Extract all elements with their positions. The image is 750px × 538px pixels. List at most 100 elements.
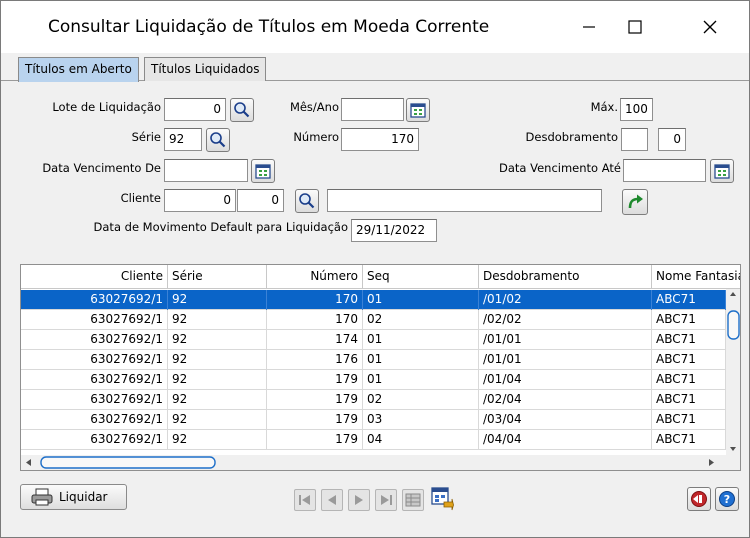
data-vencimento-ate-calendar-button[interactable]	[710, 159, 734, 183]
lote-field[interactable]: 0	[164, 98, 226, 121]
next-record-icon	[355, 495, 363, 505]
desdobramento-label: Desdobramento	[525, 130, 618, 144]
scroll-left-icon	[26, 459, 31, 466]
help-button[interactable]: ?	[715, 487, 739, 511]
cell-numero: 170	[267, 290, 363, 310]
horizontal-scrollbar[interactable]	[21, 455, 740, 470]
vertical-scroll-thumb	[727, 310, 740, 340]
export-icon	[431, 487, 454, 511]
cell-serie: 92	[168, 290, 267, 310]
first-record-button[interactable]	[294, 489, 316, 511]
cell-desdobramento: /01/01	[479, 350, 652, 370]
last-record-icon	[381, 495, 392, 505]
numero-label: Número	[293, 130, 339, 144]
maximize-button[interactable]	[612, 1, 658, 53]
cell-nome-fantasia: ABC71	[652, 330, 726, 350]
table-row[interactable]: 63027692/1 92 179 03/03/04 ABC71	[21, 410, 726, 430]
close-button[interactable]	[687, 1, 733, 53]
titles-grid: Cliente Série Número Seq Desdobramento N…	[20, 264, 741, 471]
maximize-icon	[628, 20, 642, 34]
cell-seq: 01	[363, 290, 479, 310]
previous-record-button[interactable]	[321, 489, 343, 511]
magnifier-icon	[210, 132, 226, 148]
column-header-seq[interactable]: Seq	[363, 265, 479, 289]
cell-seq: 04	[363, 430, 479, 450]
exit-icon	[691, 491, 707, 507]
table-row[interactable]: 63027692/1 92 174 01/01/01 ABC71	[21, 330, 726, 350]
green-arrow-icon	[628, 194, 643, 209]
column-header-nome-fantasia[interactable]: Nome Fantasia	[652, 265, 740, 289]
desdobramento-field-2[interactable]: 0	[658, 128, 686, 151]
cell-numero: 170	[267, 310, 363, 330]
close-icon	[703, 20, 717, 34]
numero-field[interactable]: 170	[341, 128, 419, 151]
cliente-label: Cliente	[120, 191, 161, 205]
cell-cliente: 63027692/1	[21, 290, 168, 310]
cliente-search-button[interactable]	[295, 189, 319, 213]
cliente-code-field[interactable]: 0	[164, 189, 236, 212]
cell-seq: 01	[363, 330, 479, 350]
column-header-serie[interactable]: Série	[168, 265, 267, 289]
refresh-button[interactable]	[622, 189, 648, 215]
cell-nome-fantasia: ABC71	[652, 410, 726, 430]
cliente-branch-field[interactable]: 0	[237, 189, 284, 212]
cell-nome-fantasia: ABC71	[652, 390, 726, 410]
exit-button[interactable]	[687, 487, 711, 511]
minimize-button[interactable]	[566, 1, 612, 53]
magnifier-icon	[234, 102, 250, 118]
minimize-icon	[583, 26, 595, 28]
tab-strip: Títulos em Aberto Títulos Liquidados	[1, 53, 749, 82]
cliente-name-field[interactable]	[327, 189, 602, 212]
data-vencimento-de-label: Data Vencimento De	[42, 161, 161, 175]
table-row[interactable]: 63027692/1 92 179 01/01/04 ABC71	[21, 370, 726, 390]
cell-numero: 174	[267, 330, 363, 350]
cell-serie: 92	[168, 430, 267, 450]
horizontal-scroll-thumb	[40, 456, 216, 469]
mes-ano-field[interactable]	[341, 98, 404, 121]
serie-search-button[interactable]	[206, 128, 230, 152]
cell-cliente: 63027692/1	[21, 370, 168, 390]
data-vencimento-de-calendar-button[interactable]	[251, 159, 275, 183]
liquidar-button[interactable]: Liquidar	[20, 484, 127, 510]
data-vencimento-ate-field[interactable]	[623, 159, 706, 182]
mes-ano-label: Mês/Ano	[289, 100, 339, 114]
cell-seq: 01	[363, 350, 479, 370]
cell-seq: 02	[363, 390, 479, 410]
scroll-down-icon	[730, 447, 736, 451]
desdobramento-field-1[interactable]	[621, 128, 648, 151]
last-record-button[interactable]	[375, 489, 397, 511]
vertical-scrollbar[interactable]	[726, 289, 740, 455]
data-vencimento-de-field[interactable]	[164, 159, 248, 182]
mes-ano-calendar-button[interactable]	[406, 98, 430, 122]
table-row[interactable]: 63027692/1 92 179 04/04/04 ABC71	[21, 430, 726, 450]
data-vencimento-ate-label: Data Vencimento Até	[499, 161, 621, 175]
cell-serie: 92	[168, 410, 267, 430]
horizontal-scrollbar-track	[26, 456, 714, 469]
cell-numero: 179	[267, 430, 363, 450]
liquidar-label: Liquidar	[59, 490, 108, 504]
scroll-up-icon	[730, 292, 736, 296]
column-header-desdobramento[interactable]: Desdobramento	[479, 265, 652, 289]
data-movimento-field[interactable]: 29/11/2022	[351, 219, 437, 242]
table-row[interactable]: 63027692/1 92 176 01/01/01 ABC71	[21, 350, 726, 370]
column-header-numero[interactable]: Número	[267, 265, 363, 289]
table-row[interactable]: 63027692/1 92 170 01/01/02 ABC71	[21, 290, 726, 310]
cell-desdobramento: /02/04	[479, 390, 652, 410]
table-row[interactable]: 63027692/1 92 170 02/02/02 ABC71	[21, 310, 726, 330]
export-button[interactable]	[429, 486, 455, 512]
lote-search-button[interactable]	[230, 98, 254, 122]
cell-seq: 02	[363, 310, 479, 330]
column-header-cliente[interactable]: Cliente	[21, 265, 168, 289]
tab-titulos-em-aberto[interactable]: Títulos em Aberto	[18, 57, 139, 82]
max-field[interactable]: 100	[620, 98, 653, 121]
table-row[interactable]: 63027692/1 92 179 02/02/04 ABC71	[21, 390, 726, 410]
tab-titulos-liquidados[interactable]: Títulos Liquidados	[144, 57, 267, 81]
cell-nome-fantasia: ABC71	[652, 290, 726, 310]
cell-serie: 92	[168, 390, 267, 410]
cell-desdobramento: /01/01	[479, 330, 652, 350]
next-record-button[interactable]	[348, 489, 370, 511]
serie-field[interactable]: 92	[164, 128, 202, 151]
cell-numero: 176	[267, 350, 363, 370]
grid-view-button[interactable]	[402, 489, 424, 511]
cell-cliente: 63027692/1	[21, 410, 168, 430]
